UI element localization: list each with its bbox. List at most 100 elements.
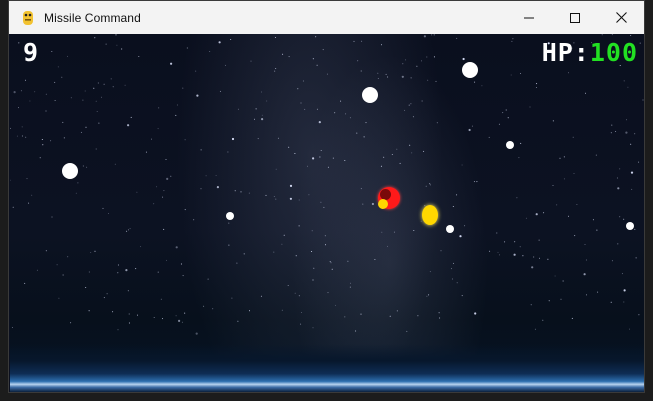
star <box>429 183 431 185</box>
star <box>158 107 160 109</box>
star <box>573 173 575 174</box>
close-button[interactable] <box>598 1 644 34</box>
star <box>406 330 408 332</box>
star <box>16 135 18 137</box>
star <box>216 186 219 189</box>
star <box>585 259 587 261</box>
star <box>433 56 435 58</box>
title-bar[interactable]: Missile Command <box>9 1 644 34</box>
game-canvas[interactable]: 9 HP: 100 <box>10 34 644 392</box>
star <box>431 34 433 36</box>
minimize-button[interactable] <box>506 1 552 34</box>
star <box>542 319 544 321</box>
star <box>404 109 406 111</box>
star <box>360 70 362 72</box>
star <box>54 100 56 101</box>
star <box>518 157 520 159</box>
star <box>499 254 500 256</box>
hp-label: HP: <box>541 38 590 67</box>
star <box>601 34 603 36</box>
star <box>163 190 165 192</box>
star <box>273 251 275 253</box>
star <box>380 165 382 167</box>
star <box>163 228 165 230</box>
star <box>82 99 84 101</box>
star <box>387 245 388 247</box>
star <box>399 162 401 164</box>
star <box>254 118 255 120</box>
star <box>304 108 306 110</box>
star <box>181 321 183 323</box>
star <box>360 188 362 190</box>
star <box>634 133 636 135</box>
star <box>61 76 63 78</box>
maximize-icon <box>570 12 580 23</box>
star <box>535 87 537 88</box>
star <box>127 124 130 127</box>
star <box>90 252 92 253</box>
star <box>619 216 621 218</box>
star <box>96 111 98 112</box>
star <box>97 82 99 84</box>
star <box>318 121 321 124</box>
star <box>405 59 407 61</box>
star <box>330 262 332 264</box>
star <box>361 40 363 42</box>
star <box>231 297 233 299</box>
star <box>452 206 454 207</box>
star <box>377 72 379 74</box>
star <box>248 192 250 194</box>
star <box>29 100 31 102</box>
star <box>393 231 395 233</box>
star <box>611 124 613 126</box>
star <box>136 191 138 193</box>
star <box>592 219 594 221</box>
star <box>260 295 262 297</box>
star <box>105 43 107 45</box>
star <box>283 234 285 236</box>
star <box>377 78 379 79</box>
star <box>349 117 351 119</box>
star <box>243 253 245 255</box>
star <box>322 49 324 51</box>
star <box>95 100 97 102</box>
star <box>374 259 376 260</box>
star <box>298 199 300 201</box>
star <box>461 295 463 297</box>
star <box>430 184 431 186</box>
star <box>451 268 452 270</box>
star <box>427 79 429 81</box>
star <box>137 314 138 316</box>
star <box>93 87 95 89</box>
star <box>10 127 11 129</box>
star <box>138 56 140 57</box>
star <box>623 80 625 82</box>
star <box>205 175 207 177</box>
star <box>18 42 20 44</box>
star <box>34 91 36 93</box>
star <box>635 257 637 259</box>
missile <box>226 212 234 220</box>
star <box>288 146 290 148</box>
star <box>596 229 598 231</box>
star <box>572 136 574 138</box>
star <box>275 198 277 200</box>
star <box>568 215 569 217</box>
starfield <box>10 34 644 335</box>
star <box>289 197 292 200</box>
star <box>340 100 342 102</box>
maximize-button[interactable] <box>552 1 598 34</box>
star <box>464 225 466 227</box>
star <box>300 102 302 104</box>
star <box>94 250 96 252</box>
star <box>124 84 126 86</box>
star <box>45 110 47 112</box>
star <box>255 108 257 110</box>
star <box>327 166 329 168</box>
star <box>62 121 64 123</box>
star <box>462 57 465 61</box>
star <box>552 185 554 186</box>
star <box>396 310 398 312</box>
star <box>227 151 229 153</box>
star <box>456 282 458 284</box>
